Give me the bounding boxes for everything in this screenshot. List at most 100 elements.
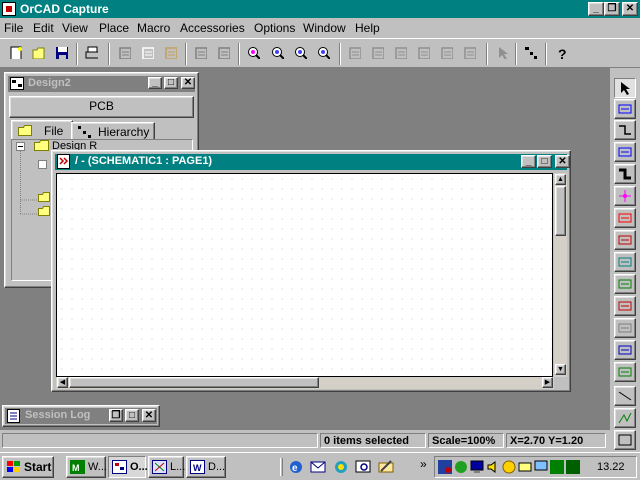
- tray-card-icon[interactable]: [518, 460, 532, 474]
- session-log-title-bar[interactable]: Session Log ❐ □ ✕: [5, 408, 157, 424]
- scroll-down-arrow[interactable]: ▼: [555, 364, 566, 375]
- tray-clock[interactable]: 13.22: [597, 461, 625, 473]
- tray-agent-icon[interactable]: [502, 460, 516, 474]
- zoom-out-icon: [272, 47, 284, 59]
- menu-window[interactable]: Window: [303, 21, 346, 35]
- app-title-bar[interactable]: OrCAD Capture _ ❐ ✕: [0, 0, 640, 18]
- back-annotate-button[interactable]: [368, 43, 389, 64]
- session-log-window[interactable]: Session Log ❐ □ ✕: [2, 405, 160, 427]
- new-button[interactable]: [6, 43, 27, 64]
- annotate-button[interactable]: [345, 43, 366, 64]
- place-power-button[interactable]: [614, 230, 636, 250]
- menu-macro[interactable]: Macro: [137, 21, 170, 35]
- design-close-button[interactable]: ✕: [181, 77, 195, 89]
- copy-button[interactable]: [138, 43, 159, 64]
- menu-view[interactable]: View: [62, 21, 88, 35]
- horizontal-scroll-thumb[interactable]: [69, 377, 319, 388]
- place-net-alias-button[interactable]: [614, 142, 636, 162]
- place-hierarchical-port-button[interactable]: [614, 296, 636, 316]
- place-hierarchical-pin-button[interactable]: [614, 318, 636, 338]
- schematic-canvas[interactable]: [56, 173, 553, 377]
- tray-mx-icon[interactable]: [550, 460, 564, 474]
- menu-help[interactable]: Help: [355, 21, 380, 35]
- place-part-button[interactable]: [614, 99, 636, 119]
- show-desktop-icon[interactable]: [378, 459, 394, 475]
- find-icon[interactable]: [355, 459, 371, 475]
- tray-speaker-icon[interactable]: [486, 460, 500, 474]
- design-maximize-button[interactable]: □: [164, 77, 178, 89]
- app-system-icon[interactable]: [2, 2, 16, 16]
- task-button-d[interactable]: W D...: [186, 456, 226, 478]
- save-button[interactable]: [52, 43, 73, 64]
- place-no-connect-button[interactable]: [614, 362, 636, 382]
- select-tool-button[interactable]: [614, 78, 636, 98]
- drc-button[interactable]: [391, 43, 412, 64]
- tray-monitor-icon[interactable]: [470, 460, 484, 474]
- paste-button[interactable]: [161, 43, 182, 64]
- session-log-close-button[interactable]: ✕: [142, 409, 156, 422]
- start-button[interactable]: Start: [2, 456, 54, 478]
- cross-ref-button[interactable]: [437, 43, 458, 64]
- place-bus-button[interactable]: [614, 164, 636, 184]
- tray-display-icon[interactable]: [534, 460, 548, 474]
- pointer-button[interactable]: [493, 43, 514, 64]
- design-window-title-bar[interactable]: Design2 _ □ ✕: [8, 76, 195, 92]
- schematic-maximize-button[interactable]: □: [537, 155, 552, 168]
- menu-edit[interactable]: Edit: [33, 21, 54, 35]
- zoom-in-button[interactable]: [244, 43, 265, 64]
- bom-button[interactable]: [460, 43, 481, 64]
- menu-file[interactable]: File: [4, 21, 23, 35]
- tray-mx2-icon[interactable]: [566, 460, 580, 474]
- schematic-vertical-scrollbar[interactable]: ▲ ▼: [554, 173, 567, 377]
- place-off-page-connector-button[interactable]: [614, 340, 636, 360]
- undo-button[interactable]: [191, 43, 212, 64]
- scroll-left-arrow[interactable]: ◀: [57, 377, 68, 388]
- app-close-button[interactable]: ✕: [622, 2, 638, 16]
- menu-options[interactable]: Options: [254, 21, 295, 35]
- netlist-icon: [418, 47, 430, 59]
- place-wire-button[interactable]: [614, 120, 636, 140]
- place-line-button[interactable]: [614, 386, 636, 406]
- place-ground-button[interactable]: [614, 252, 636, 272]
- quicklaunch-grip[interactable]: [280, 458, 283, 476]
- schematic-window[interactable]: / - (SCHEMATIC1 : PAGE1) _ □ ✕ ▲ ▼ ◀ ▶: [51, 150, 571, 392]
- session-log-maximize-button[interactable]: □: [125, 409, 139, 422]
- place-junction-button[interactable]: [614, 186, 636, 206]
- channels-icon[interactable]: [333, 459, 349, 475]
- print-button[interactable]: [82, 43, 103, 64]
- design-minimize-button[interactable]: _: [148, 77, 162, 89]
- schematic-minimize-button[interactable]: _: [521, 155, 536, 168]
- netlist-button[interactable]: [414, 43, 435, 64]
- app-minimize-button[interactable]: _: [588, 2, 604, 16]
- app-restore-button[interactable]: ❐: [604, 2, 620, 16]
- session-log-restore-button[interactable]: ❐: [109, 409, 123, 422]
- outlook-express-icon[interactable]: [310, 459, 326, 475]
- scroll-up-arrow[interactable]: ▲: [555, 174, 566, 185]
- scroll-right-arrow[interactable]: ▶: [542, 377, 553, 388]
- zoom-area-button[interactable]: [291, 43, 312, 64]
- help-button[interactable]: ?: [552, 43, 573, 64]
- redo-button[interactable]: [214, 43, 235, 64]
- tray-scheduler-icon[interactable]: [438, 460, 452, 474]
- task-button-orcad[interactable]: O...: [108, 456, 148, 478]
- schematic-close-button[interactable]: ✕: [555, 155, 570, 168]
- zoom-out-button[interactable]: [268, 43, 289, 64]
- cut-button[interactable]: [115, 43, 136, 64]
- zoom-all-button[interactable]: [314, 43, 335, 64]
- tray-network-icon[interactable]: [454, 460, 468, 474]
- place-bus-entry-button[interactable]: [614, 208, 636, 228]
- vertical-scroll-thumb[interactable]: [555, 186, 566, 236]
- menu-place[interactable]: Place: [99, 21, 129, 35]
- taskbar-overflow-chevron[interactable]: »: [420, 457, 427, 471]
- tab-file[interactable]: File: [11, 120, 73, 141]
- open-button[interactable]: [29, 43, 50, 64]
- project-manager-button[interactable]: [521, 43, 542, 64]
- schematic-window-title-bar[interactable]: / - (SCHEMATIC1 : PAGE1) _ □ ✕: [55, 154, 570, 170]
- place-hierarchical-block-button[interactable]: [614, 274, 636, 294]
- schematic-horizontal-scrollbar[interactable]: ◀ ▶: [56, 377, 554, 389]
- task-button-l[interactable]: L...: [148, 456, 185, 478]
- place-polyline-button[interactable]: [614, 408, 636, 428]
- task-button-w[interactable]: M W...: [66, 456, 107, 478]
- internet-explorer-icon[interactable]: e: [288, 459, 304, 475]
- menu-accessories[interactable]: Accessories: [180, 21, 245, 35]
